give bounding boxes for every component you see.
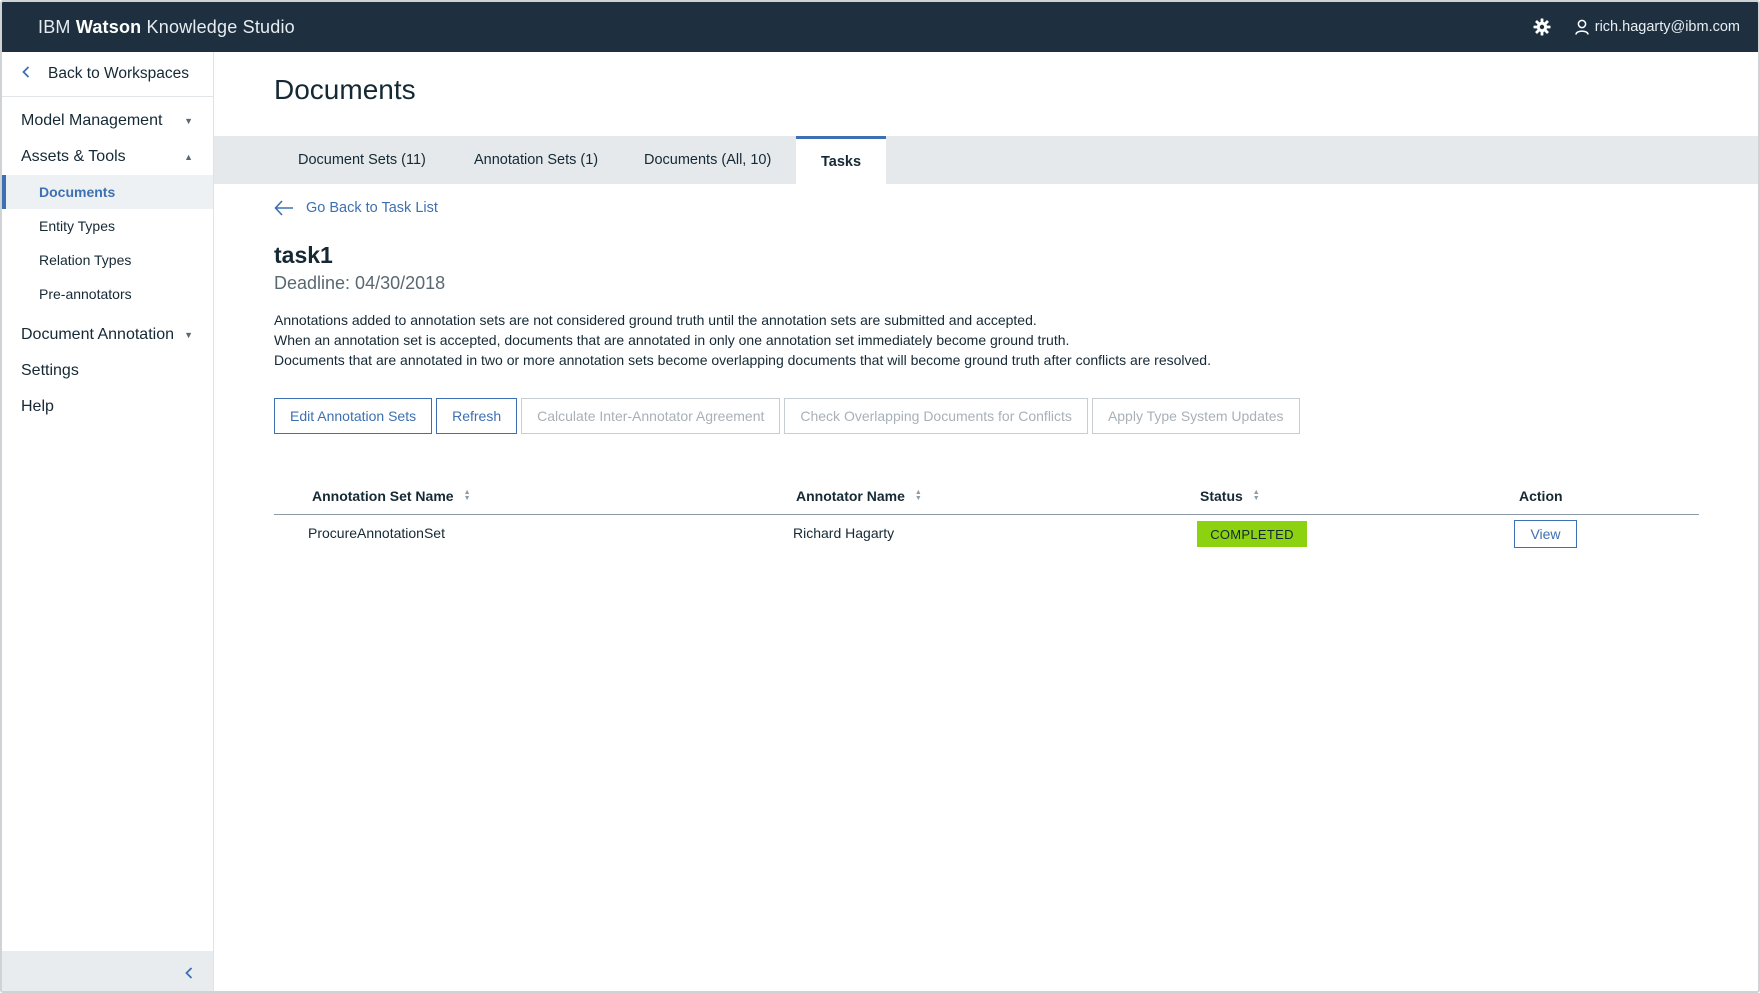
- arrow-left-icon: [274, 200, 293, 216]
- sidebar-item-label: Documents: [39, 184, 116, 200]
- column-label: Annotator Name: [796, 488, 905, 504]
- calculate-iaa-button[interactable]: Calculate Inter-Annotator Agreement: [521, 398, 781, 434]
- sidebar-group-label: Assets & Tools: [21, 148, 126, 165]
- caret-down-icon: ▼: [184, 116, 193, 126]
- back-to-workspaces-label: Back to Workspaces: [48, 65, 189, 82]
- tab-tasks[interactable]: Tasks: [796, 136, 887, 185]
- main-content: Documents Document Sets (11) Annotation …: [214, 52, 1758, 991]
- chevron-left-icon: [185, 967, 193, 979]
- sidebar-group-model-management[interactable]: Model Management ▼: [2, 103, 213, 139]
- sidebar-item-settings[interactable]: Settings: [2, 353, 213, 389]
- app-brand: IBM Watson Knowledge Studio: [38, 17, 295, 38]
- column-label: Action: [1519, 488, 1563, 504]
- sidebar-collapse-button[interactable]: [2, 951, 213, 991]
- sidebar-item-label: Pre-annotators: [39, 286, 132, 302]
- user-menu[interactable]: rich.hagarty@ibm.com: [1574, 19, 1740, 35]
- brand-bold: Watson: [75, 16, 142, 37]
- caret-down-icon: ▼: [184, 330, 193, 340]
- sidebar-item-label: Entity Types: [39, 218, 116, 234]
- column-header-set-name[interactable]: Annotation Set Name ▲ ▼: [312, 488, 471, 504]
- task-deadline: Deadline: 04/30/2018: [274, 273, 446, 293]
- top-bar-actions: rich.hagarty@ibm.com: [1531, 2, 1740, 52]
- sidebar-group-assets-tools[interactable]: Assets & Tools ▲: [2, 139, 213, 175]
- sidebar-item-label: Relation Types: [39, 252, 132, 268]
- column-label: Annotation Set Name: [312, 488, 454, 504]
- brand-prefix: IBM: [38, 16, 71, 37]
- sidebar-item-label: Settings: [21, 362, 79, 379]
- sidebar-item-help[interactable]: Help: [2, 389, 213, 425]
- user-email: rich.hagarty@ibm.com: [1594, 19, 1740, 35]
- app-window: IBM Watson Knowledge Studio rich.hagarty…: [0, 0, 1760, 993]
- cell-annotator: Richard Hagarty: [793, 525, 895, 541]
- table-row: ProcureAnnotationSet Richard Hagarty COM…: [274, 515, 1699, 553]
- sidebar-item-relation-types[interactable]: Relation Types: [2, 243, 213, 277]
- sidebar-item-entity-types[interactable]: Entity Types: [2, 209, 213, 243]
- column-header-annotator[interactable]: Annotator Name ▲ ▼: [796, 488, 922, 504]
- user-icon: [1574, 19, 1589, 35]
- sidebar-group-label: Model Management: [21, 112, 163, 129]
- back-to-workspaces[interactable]: Back to Workspaces: [2, 52, 213, 97]
- sort-icon: ▲ ▼: [1252, 489, 1260, 502]
- cell-set-name: ProcureAnnotationSet: [308, 525, 445, 541]
- sort-icon: ▲ ▼: [463, 489, 471, 502]
- column-header-status[interactable]: Status ▲ ▼: [1200, 488, 1260, 504]
- tab-document-sets[interactable]: Document Sets (11): [298, 136, 426, 184]
- tab-annotation-sets[interactable]: Annotation Sets (1): [474, 136, 598, 184]
- sidebar-group-document-annotation[interactable]: Document Annotation ▼: [2, 317, 213, 353]
- brand-suffix: Knowledge Studio: [146, 16, 295, 37]
- view-button[interactable]: View: [1514, 520, 1577, 548]
- description-line: Annotations added to annotation sets are…: [274, 312, 1037, 328]
- status-badge: COMPLETED: [1197, 521, 1307, 547]
- gear-icon[interactable]: [1531, 16, 1553, 38]
- annotation-sets-table: Annotation Set Name ▲ ▼ Annotator Name ▲ ▼…: [274, 480, 1699, 553]
- check-overlapping-button[interactable]: Check Overlapping Documents for Conflict…: [784, 398, 1088, 434]
- description-line: Documents that are annotated in two or m…: [274, 352, 1211, 368]
- sidebar: Back to Workspaces Model Management ▼ As…: [2, 52, 214, 991]
- chevron-left-icon: [22, 65, 34, 83]
- sidebar-group-label: Document Annotation: [21, 326, 174, 343]
- caret-up-icon: ▲: [184, 152, 193, 162]
- page-title: Documents: [274, 74, 416, 105]
- task-description: Annotations added to annotation sets are…: [274, 310, 1211, 370]
- top-bar: IBM Watson Knowledge Studio rich.hagarty…: [2, 2, 1758, 52]
- go-back-to-task-list-link[interactable]: Go Back to Task List: [274, 200, 438, 216]
- refresh-button[interactable]: Refresh: [436, 398, 518, 434]
- tab-bar: Document Sets (11) Annotation Sets (1) D…: [214, 136, 1758, 185]
- sidebar-item-documents[interactable]: Documents: [2, 175, 213, 209]
- sort-icon: ▲ ▼: [914, 489, 922, 502]
- table-header: Annotation Set Name ▲ ▼ Annotator Name ▲ ▼…: [274, 480, 1699, 515]
- column-header-action: Action: [1519, 488, 1563, 504]
- column-label: Status: [1200, 488, 1243, 504]
- description-line: When an annotation set is accepted, docu…: [274, 332, 1070, 348]
- sidebar-item-pre-annotators[interactable]: Pre-annotators: [2, 277, 213, 311]
- go-back-label: Go Back to Task List: [306, 200, 438, 216]
- task-actions: Edit Annotation Sets Refresh Calculate I…: [274, 398, 1304, 434]
- edit-annotation-sets-button[interactable]: Edit Annotation Sets: [274, 398, 433, 434]
- task-title: task1: [274, 242, 333, 268]
- apply-type-system-updates-button[interactable]: Apply Type System Updates: [1091, 398, 1300, 434]
- tab-documents-all[interactable]: Documents (All, 10): [644, 136, 771, 184]
- sidebar-item-label: Help: [21, 398, 54, 415]
